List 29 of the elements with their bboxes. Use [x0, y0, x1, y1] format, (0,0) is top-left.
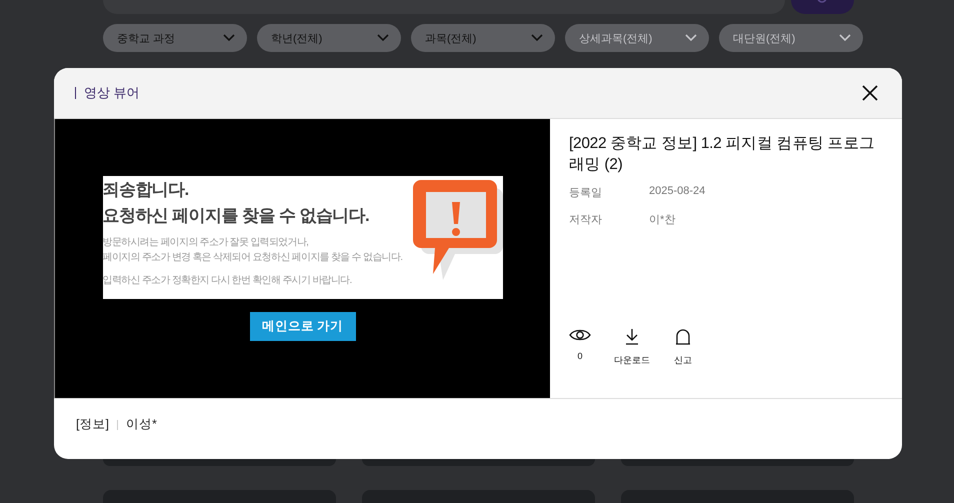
meta-label: 등록일	[569, 186, 603, 200]
chevron-down-icon	[377, 34, 389, 42]
error-message: 입력하신 주소가 정확한지 다시 한번 확인해 주시기 바랍니다.	[102, 274, 353, 288]
error-heading: 죄송합니다.	[102, 179, 190, 201]
chevron-down-icon	[685, 34, 697, 42]
download-icon	[625, 328, 639, 345]
meta-label: 저작자	[569, 213, 603, 227]
eye-icon	[569, 328, 591, 342]
error-heading: 요청하신 페이지를 찾을 수 없습니다.	[102, 205, 370, 227]
go-to-main-button[interactable]: 메인으로 가기	[250, 312, 356, 341]
view-count[interactable]: 0	[569, 328, 591, 367]
close-icon[interactable]	[860, 83, 880, 103]
meta-value: 2025-08-24	[649, 185, 706, 199]
author-name: 이성*	[126, 416, 157, 433]
video-title: [2022 중학교 정보] 1.2 피지컬 컴퓨팅 프로그래밍 (2)	[569, 134, 876, 175]
chevron-down-icon	[839, 34, 851, 42]
warning-bubble-icon	[412, 178, 502, 280]
siren-icon	[675, 328, 691, 345]
modal-title: 영상 뷰어	[84, 84, 140, 102]
meta-value: 이*찬	[649, 213, 676, 227]
filter-dropdown[interactable]: 과목(전체)	[411, 24, 555, 52]
chevron-down-icon	[531, 34, 543, 42]
filter-dropdown[interactable]: 학년(전체)	[257, 24, 401, 52]
category-label: [정보]	[76, 416, 109, 433]
filter-dropdown[interactable]: 중학교 과정	[103, 24, 247, 52]
download-button[interactable]: 다운로드	[614, 328, 650, 367]
error-message: 방문하시려는 페이지의 주소가 잘못 입력되었거나,	[102, 236, 310, 250]
chevron-down-icon	[223, 34, 235, 42]
report-button[interactable]: 신고	[673, 328, 693, 367]
